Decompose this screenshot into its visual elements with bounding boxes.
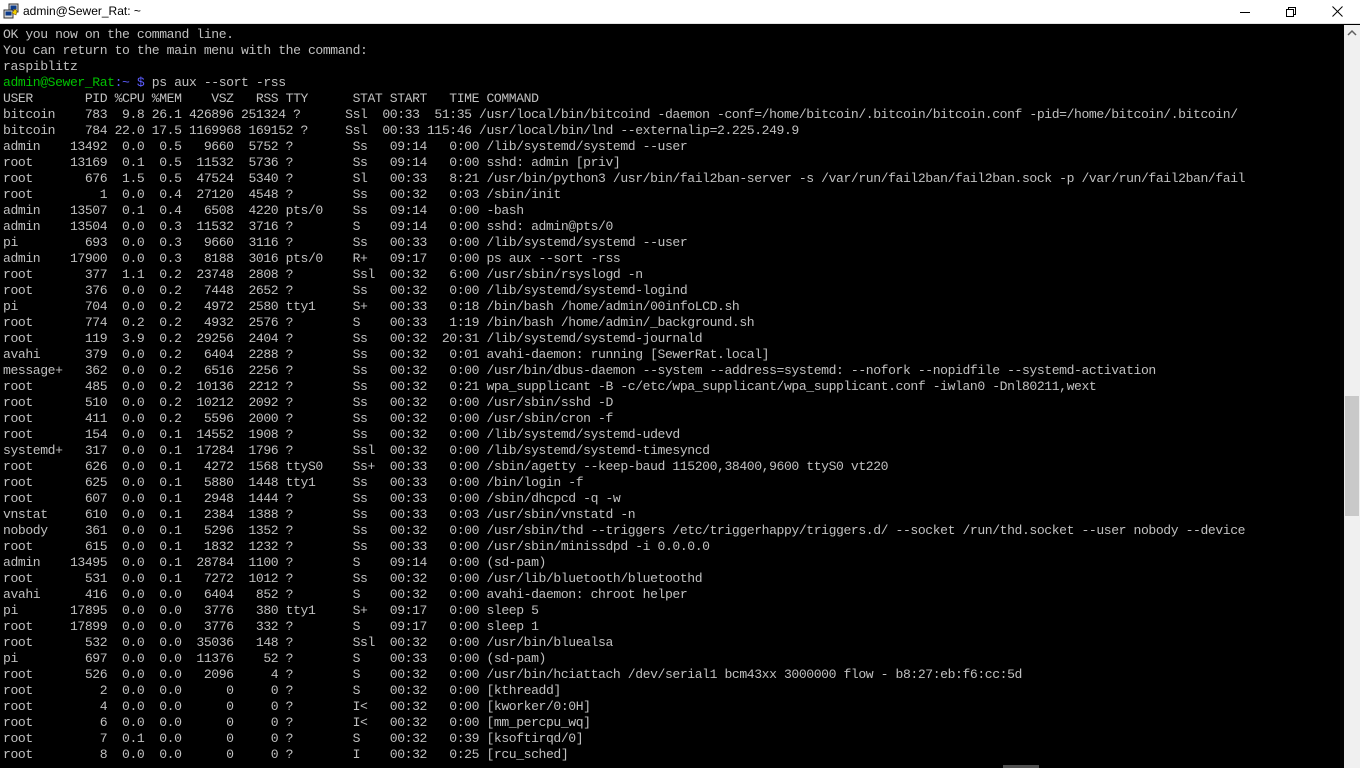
minimize-button[interactable] xyxy=(1222,0,1268,23)
process-row: root 485 0.0 0.2 10136 2212 ? Ss 00:32 0… xyxy=(3,379,1097,394)
window-title: admin@Sewer_Rat: ~ xyxy=(23,4,141,18)
process-row: root 376 0.0 0.2 7448 2652 ? Ss 00:32 0:… xyxy=(3,283,688,298)
close-button[interactable] xyxy=(1314,0,1360,23)
process-row: root 2 0.0 0.0 0 0 ? S 00:32 0:00 [kthre… xyxy=(3,683,561,698)
process-row: root 17899 0.0 0.0 3776 332 ? S 09:17 0:… xyxy=(3,619,539,634)
output-line: You can return to the main menu with the… xyxy=(3,43,368,58)
process-row: root 626 0.0 0.1 4272 1568 ttyS0 Ss+ 00:… xyxy=(3,459,889,474)
process-row: admin 13492 0.0 0.5 9660 5752 ? Ss 09:14… xyxy=(3,139,688,154)
process-row: root 532 0.0 0.0 35036 148 ? Ssl 00:32 0… xyxy=(3,635,613,650)
process-row: root 510 0.0 0.2 10212 2092 ? Ss 00:32 0… xyxy=(3,395,613,410)
terminal-output[interactable]: OK you now on the command line. You can … xyxy=(0,25,1344,768)
prompt-command: ps aux --sort -rss xyxy=(144,75,286,90)
process-row: admin 13495 0.0 0.1 28784 1100 ? S 09:14… xyxy=(3,555,546,570)
command-prompt-line: admin@Sewer_Rat:~ $ ps aux --sort -rss xyxy=(3,75,286,91)
process-row: root 7 0.1 0.0 0 0 ? S 00:32 0:39 [ksoft… xyxy=(3,731,584,746)
process-row: root 526 0.0 0.0 2096 4 ? S 00:32 0:00 /… xyxy=(3,667,1022,682)
process-row: root 615 0.0 0.1 1832 1232 ? Ss 00:33 0:… xyxy=(3,539,710,554)
maximize-button[interactable] xyxy=(1268,0,1314,23)
process-row: pi 704 0.0 0.2 4972 2580 tty1 S+ 00:33 0… xyxy=(3,299,740,314)
process-row: message+ 362 0.0 0.2 6516 2256 ? Ss 00:3… xyxy=(3,363,1156,378)
output-line: OK you now on the command line. xyxy=(3,27,234,42)
process-row: root 119 3.9 0.2 29256 2404 ? Ss 00:32 2… xyxy=(3,331,703,346)
process-row: root 411 0.0 0.2 5596 2000 ? Ss 00:32 0:… xyxy=(3,411,613,426)
prompt-user-host: admin@Sewer_Rat xyxy=(3,75,115,90)
process-row: admin 17900 0.0 0.3 8188 3016 pts/0 R+ 0… xyxy=(3,251,621,266)
process-row: pi 697 0.0 0.0 11376 52 ? S 00:33 0:00 (… xyxy=(3,651,546,666)
close-icon xyxy=(1331,6,1343,17)
scroll-up-arrow-icon[interactable] xyxy=(1344,25,1360,41)
process-row: root 607 0.0 0.1 2948 1444 ? Ss 00:33 0:… xyxy=(3,491,621,506)
title-bar[interactable]: admin@Sewer_Rat: ~ xyxy=(0,0,1360,24)
process-row: bitcoin 784 22.0 17.5 1169968 169152 ? S… xyxy=(3,123,799,138)
process-row: avahi 379 0.0 0.2 6404 2288 ? Ss 00:32 0… xyxy=(3,347,770,362)
putty-icon[interactable] xyxy=(3,3,19,19)
process-row: root 1 0.0 0.4 27120 4548 ? Ss 00:32 0:0… xyxy=(3,187,561,202)
process-row: admin 13504 0.0 0.3 11532 3716 ? S 09:14… xyxy=(3,219,613,234)
maximize-icon xyxy=(1286,6,1296,17)
process-row: root 154 0.0 0.1 14552 1908 ? Ss 00:32 0… xyxy=(3,427,680,442)
process-row: systemd+ 317 0.0 0.1 17284 1796 ? Ssl 00… xyxy=(3,443,710,458)
process-row: root 774 0.2 0.2 4932 2576 ? S 00:33 1:1… xyxy=(3,315,755,330)
minimize-icon xyxy=(1240,11,1250,13)
process-row: vnstat 610 0.0 0.1 2384 1388 ? Ss 00:33 … xyxy=(3,507,636,522)
process-row: nobody 361 0.0 0.1 5296 1352 ? Ss 00:32 … xyxy=(3,523,1246,538)
process-row: avahi 416 0.0 0.0 6404 852 ? S 00:32 0:0… xyxy=(3,587,688,602)
process-row: pi 17895 0.0 0.0 3776 380 tty1 S+ 09:17 … xyxy=(3,603,539,618)
process-row: root 8 0.0 0.0 0 0 ? I 00:32 0:25 [rcu_s… xyxy=(3,747,569,762)
process-row: bitcoin 783 9.8 26.1 426896 251324 ? Ssl… xyxy=(3,107,1238,122)
process-row: root 6 0.0 0.0 0 0 ? I< 00:32 0:00 [mm_p… xyxy=(3,715,591,730)
process-row: root 531 0.0 0.1 7272 1012 ? Ss 00:32 0:… xyxy=(3,571,703,586)
process-row: root 13169 0.1 0.5 11532 5736 ? Ss 09:14… xyxy=(3,155,621,170)
process-row: root 377 1.1 0.2 23748 2808 ? Ssl 00:32 … xyxy=(3,267,643,282)
process-table-header: USER PID %CPU %MEM VSZ RSS TTY STAT STAR… xyxy=(3,91,539,106)
scrollbar-thumb[interactable] xyxy=(1345,396,1359,516)
process-row: root 4 0.0 0.0 0 0 ? I< 00:32 0:00 [kwor… xyxy=(3,699,591,714)
vertical-scrollbar[interactable] xyxy=(1344,25,1360,768)
prompt-path: :~ $ xyxy=(114,75,145,90)
process-row: root 625 0.0 0.1 5880 1448 tty1 Ss 00:33… xyxy=(3,475,584,490)
output-line: raspiblitz xyxy=(3,59,78,74)
process-row: admin 13507 0.1 0.4 6508 4220 pts/0 Ss 0… xyxy=(3,203,524,218)
process-row: pi 693 0.0 0.3 9660 3116 ? Ss 00:33 0:00… xyxy=(3,235,688,250)
process-row: root 676 1.5 0.5 47524 5340 ? Sl 00:33 8… xyxy=(3,171,1246,186)
